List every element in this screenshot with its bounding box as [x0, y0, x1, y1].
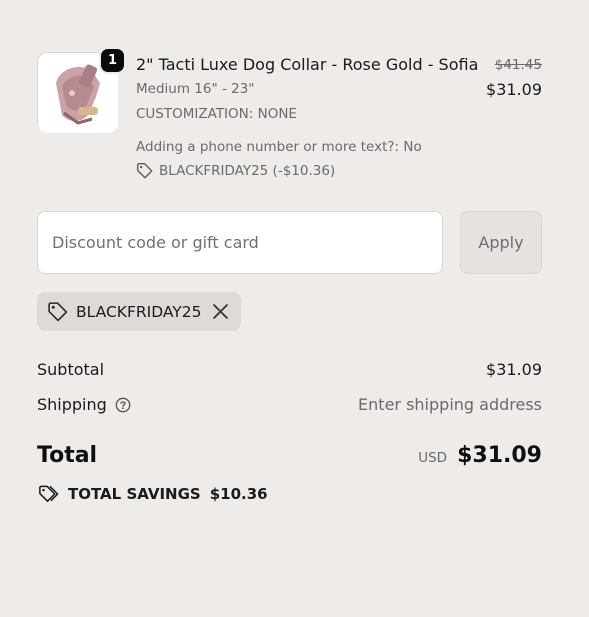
total-amount: USD $31.09: [418, 443, 542, 468]
quantity-badge: 1: [99, 47, 126, 74]
total-savings: TOTAL SAVINGS $10.36: [37, 484, 268, 504]
applied-discount-chip: BLACKFRIDAY25: [37, 292, 241, 331]
cart-line-item: 1 2" Tacti Luxe Dog Collar - Rose Gold -…: [37, 47, 542, 182]
close-icon[interactable]: [213, 304, 229, 319]
original-price: $41.45: [494, 57, 542, 73]
question-circle-icon[interactable]: [115, 397, 131, 413]
subtotal-label: Subtotal: [37, 360, 105, 379]
product-title: 2" Tacti Luxe Dog Collar - Rose Gold - S…: [136, 55, 479, 74]
total-value: $31.09: [457, 443, 542, 468]
total-savings-label: TOTAL SAVINGS: [68, 485, 201, 503]
applied-discount-label: BLACKFRIDAY25: [76, 302, 202, 321]
currency-code: USD: [418, 450, 448, 466]
remove-discount-button[interactable]: [213, 304, 229, 319]
total-label: Total: [37, 443, 98, 468]
apply-button[interactable]: Apply: [460, 211, 542, 274]
shipping-value: Enter shipping address: [358, 395, 542, 414]
tag-icon: [137, 163, 153, 179]
total-savings-value: $10.36: [209, 485, 268, 503]
subtotal-value: $31.09: [486, 360, 542, 379]
shipping-label-group: Shipping: [37, 395, 131, 414]
product-customization: CUSTOMIZATION: NONE: [136, 106, 297, 122]
shipping-help-button[interactable]: [115, 397, 131, 413]
item-price: $31.09: [486, 80, 542, 99]
item-discount-label: BLACKFRIDAY25 (-$10.36): [159, 162, 336, 179]
product-thumbnail: 1: [37, 47, 126, 133]
item-discount: BLACKFRIDAY25 (-$10.36): [136, 162, 335, 179]
product-phone-option: Adding a phone number or more text?: No: [136, 139, 422, 155]
tags-icon: [39, 485, 59, 502]
shipping-label: Shipping: [37, 395, 107, 414]
tag-icon: [48, 302, 68, 322]
product-variant: Medium 16" - 23": [136, 81, 255, 97]
discount-code-input[interactable]: [37, 211, 443, 274]
